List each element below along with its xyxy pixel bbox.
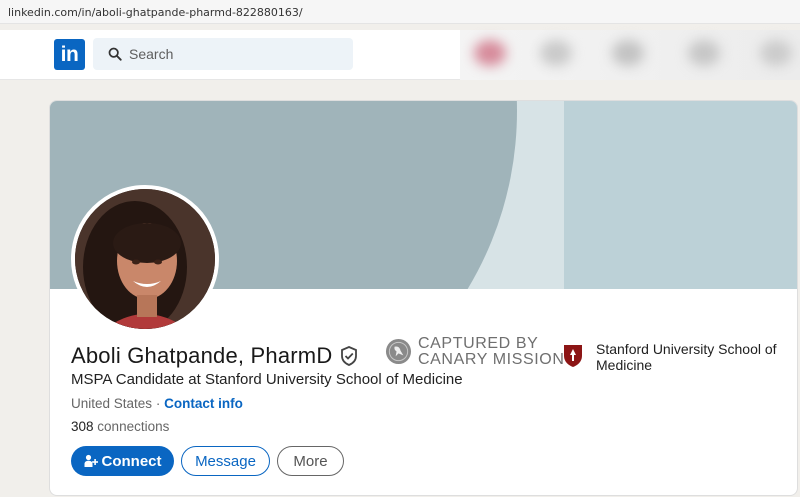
contact-info-link[interactable]: Contact info [164, 396, 243, 411]
add-person-icon [84, 454, 98, 467]
url-text: linkedin.com/in/aboli-ghatpande-pharmd-8… [8, 6, 303, 19]
banner-panel [564, 101, 797, 289]
message-button[interactable]: Message [181, 446, 270, 476]
profile-photo [75, 189, 215, 329]
top-navigation: in [0, 30, 800, 80]
canary-mission-logo-icon [385, 338, 412, 365]
connections-count: 308 [71, 419, 94, 434]
browser-url-bar[interactable]: linkedin.com/in/aboli-ghatpande-pharmd-8… [0, 0, 800, 24]
blurred-icon [612, 40, 644, 66]
linkedin-logo[interactable]: in [54, 39, 85, 70]
avatar[interactable] [71, 185, 219, 333]
more-button[interactable]: More [277, 446, 344, 476]
watermark-line-2: CANARY MISSION [418, 351, 565, 368]
connect-button[interactable]: Connect [71, 446, 174, 476]
location: United States [71, 396, 153, 411]
profile-name: Aboli Ghatpande, PharmD [71, 343, 333, 368]
name-row: Aboli Ghatpande, PharmD [71, 341, 358, 371]
profile-card: Aboli Ghatpande, PharmD CAPTURED BY CANA… [49, 100, 798, 496]
blurred-icon [688, 40, 720, 66]
blurred-nav-icons [460, 30, 800, 80]
profile-headline: MSPA Candidate at Stanford University Sc… [71, 371, 463, 388]
search-icon [108, 47, 122, 61]
location-row: United States · Contact info [71, 396, 243, 411]
canary-mission-watermark: CAPTURED BY CANARY MISSION [385, 335, 564, 369]
blurred-icon [474, 40, 506, 66]
search-box[interactable] [93, 38, 353, 70]
verified-shield-icon[interactable] [340, 346, 358, 366]
separator: · [155, 396, 161, 411]
message-label: Message [195, 452, 256, 470]
connections-row[interactable]: 308 connections [71, 419, 169, 434]
blurred-icon [760, 40, 792, 66]
stanford-shield-icon [564, 345, 582, 367]
blurred-icon [540, 40, 572, 66]
more-label: More [293, 452, 328, 470]
connect-label: Connect [101, 452, 162, 470]
search-input[interactable] [129, 38, 339, 70]
school-name: Stanford University School of Medicine [596, 341, 777, 373]
connections-label: connections [97, 419, 170, 434]
